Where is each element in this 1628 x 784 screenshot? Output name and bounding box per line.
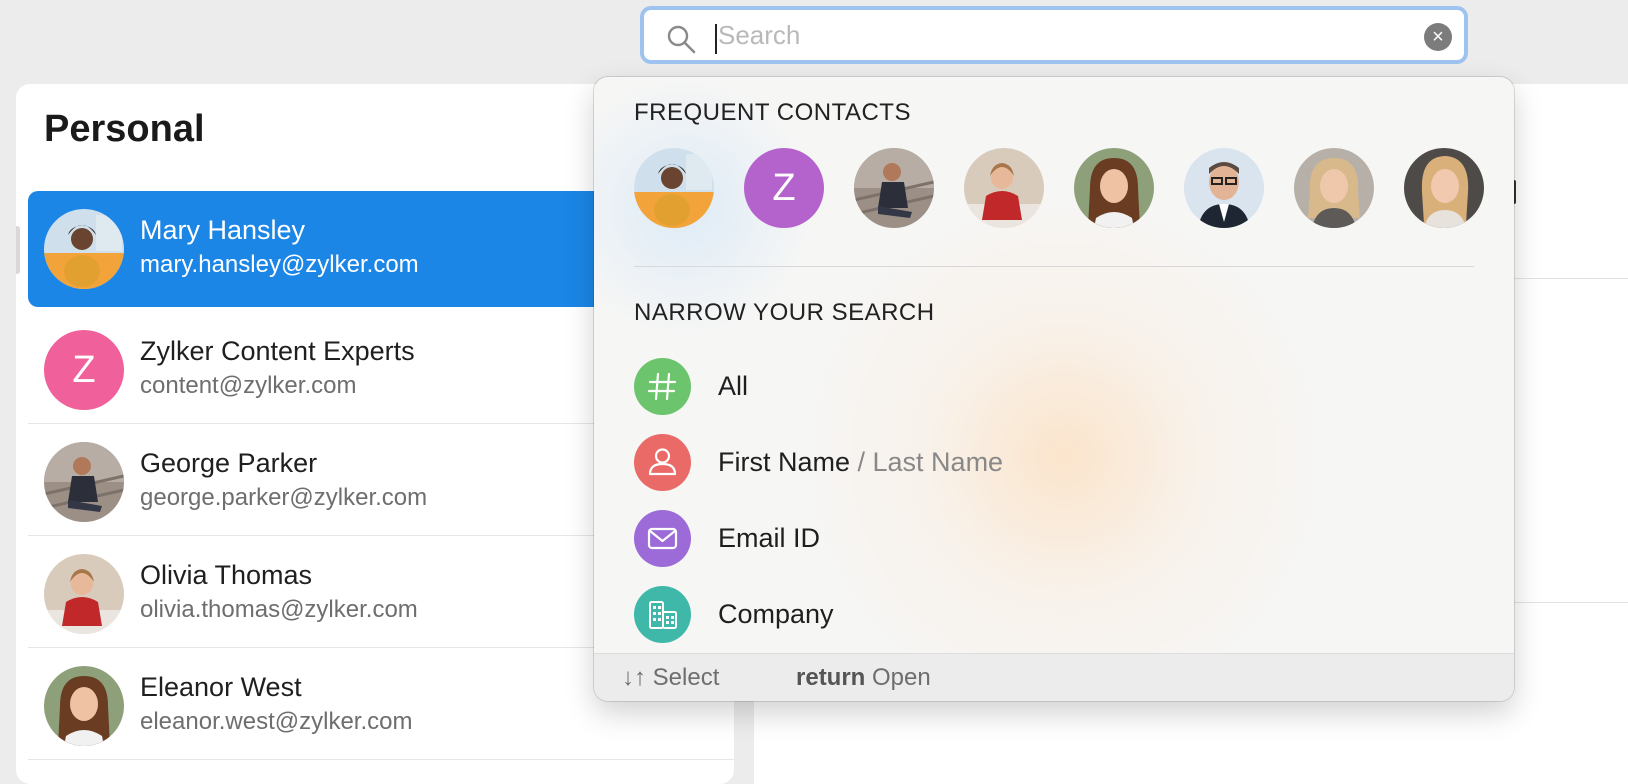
person-icon [634,434,691,491]
photo-avatar-icon [634,148,714,228]
avatar [44,442,124,522]
filter-option-all[interactable]: All [634,358,1474,416]
hash-icon [634,358,691,415]
last-name-label: / Last Name [850,447,1004,477]
page-title: Personal [44,108,205,150]
contact-name: Mary Hansley [140,215,306,245]
filter-option-label: All [718,371,749,401]
contact-name: George Parker [140,448,318,478]
clear-search-button[interactable]: × [1424,23,1452,51]
detail-divider [1500,278,1628,279]
avatar [44,554,124,634]
photo-avatar-icon [1074,148,1154,228]
search-input[interactable] [718,14,1398,56]
filter-option-label: Email ID [718,523,821,553]
envelope-icon [634,510,691,567]
frequent-contact-avatar[interactable]: Z [744,148,824,228]
text-cursor [715,24,717,54]
contact-email: mary.hansley@zylker.com [140,251,419,278]
first-name-label: First Name [718,447,851,477]
section-divider [634,266,1474,267]
select-hint-label: Select [652,664,720,691]
avatar: Z [44,330,124,410]
frequent-contact-avatar[interactable] [1074,148,1154,228]
photo-avatar-icon [1294,148,1374,228]
keyboard-hints-bar: ↓↑ Select return Open [594,653,1514,701]
contact-name: Eleanor West [140,672,302,702]
filter-option-label: First Name / Last Name [718,447,1003,478]
frequent-contact-avatar[interactable] [964,148,1044,228]
avatar-initial: Z [772,166,796,209]
filter-option-name[interactable]: First Name / Last Name [634,434,1474,492]
photo-avatar-icon [1404,148,1484,228]
frequent-contact-avatar[interactable] [854,148,934,228]
close-icon: × [1432,26,1444,48]
select-hint: ↓↑ Select [622,664,719,692]
return-key-label: return [796,664,866,691]
frequent-contact-avatar[interactable] [1294,148,1374,228]
open-hint: return Open [796,664,931,692]
open-hint-label: Open [872,664,931,691]
avatar [44,666,124,746]
photo-avatar-icon [964,148,1044,228]
contact-email: content@zylker.com [140,372,357,399]
frequent-contact-avatar[interactable] [1184,148,1264,228]
contact-name: Olivia Thomas [140,560,313,590]
contact-email: olivia.thomas@zylker.com [140,596,418,623]
search-field[interactable]: × [640,6,1468,64]
sidebar-edge [16,226,20,274]
detail-divider [1500,602,1628,603]
search-suggestions-popover: FREQUENT CONTACTS Z NARROW YOUR SEARCH A… [594,77,1514,701]
photo-avatar-icon [854,148,934,228]
building-icon [634,586,691,643]
filter-option-label: Company [718,599,834,629]
up-down-arrows-icon: ↓↑ [622,664,646,691]
filter-option-email[interactable]: Email ID [634,510,1474,568]
contact-email: george.parker@zylker.com [140,484,428,511]
frequent-contacts-heading: FREQUENT CONTACTS [634,99,911,126]
contact-name: Zylker Content Experts [140,336,415,366]
photo-avatar-icon [1184,148,1264,228]
avatar [44,209,124,289]
contact-email: eleanor.west@zylker.com [140,708,413,735]
frequent-contact-avatar[interactable] [634,148,714,228]
search-icon [667,25,696,54]
filter-option-company[interactable]: Company [634,586,1474,644]
frequent-contact-avatar[interactable] [1404,148,1484,228]
avatar-initial: Z [72,348,96,391]
narrow-search-heading: NARROW YOUR SEARCH [634,299,935,326]
